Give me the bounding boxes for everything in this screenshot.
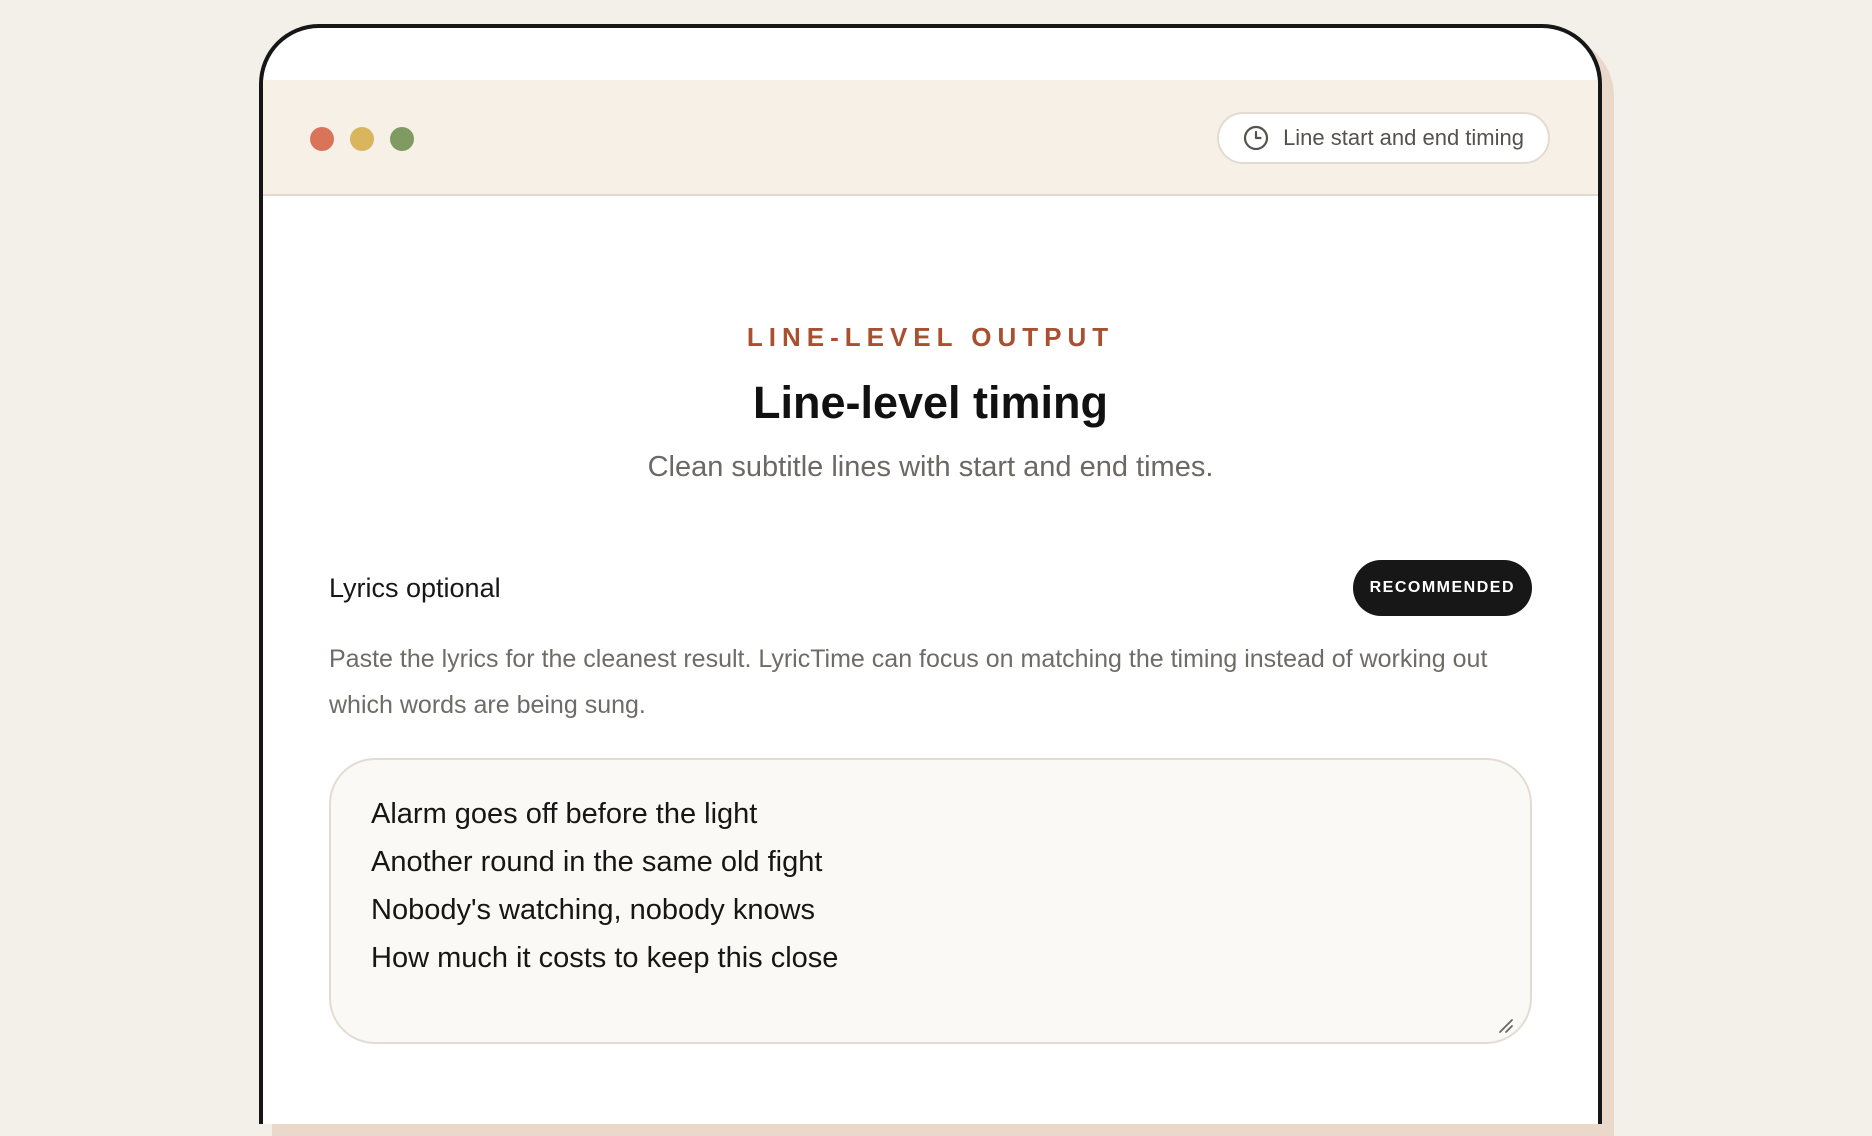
window-maximize-button[interactable] <box>390 127 414 151</box>
window-close-button[interactable] <box>310 127 334 151</box>
page-subtitle: Clean subtitle lines with start and end … <box>647 450 1214 483</box>
lyrics-input-container <box>329 758 1532 1045</box>
main-content: LINE-LEVEL OUTPUT Line-level timing Clea… <box>263 196 1598 1045</box>
app-window: Line start and end timing LINE-LEVEL OUT… <box>259 24 1602 1124</box>
lyrics-label: Lyrics optional <box>329 572 501 603</box>
window-minimize-button[interactable] <box>350 127 374 151</box>
line-timing-chip[interactable]: Line start and end timing <box>1217 112 1550 164</box>
window-top-bar: Line start and end timing <box>263 80 1598 196</box>
timing-chip-label: Line start and end timing <box>1283 125 1524 150</box>
lyrics-textarea[interactable] <box>371 790 1490 1013</box>
lyrics-section-header: Lyrics optional RECOMMENDED <box>329 560 1532 617</box>
resize-handle-icon[interactable] <box>1496 1016 1514 1034</box>
section-eyebrow: LINE-LEVEL OUTPUT <box>746 322 1115 352</box>
clock-icon <box>1243 125 1269 151</box>
page-title: Line-level timing <box>752 377 1109 428</box>
lyrics-help-text: Paste the lyrics for the cleanest result… <box>329 645 1488 720</box>
recommended-badge: RECOMMENDED <box>1352 560 1532 617</box>
